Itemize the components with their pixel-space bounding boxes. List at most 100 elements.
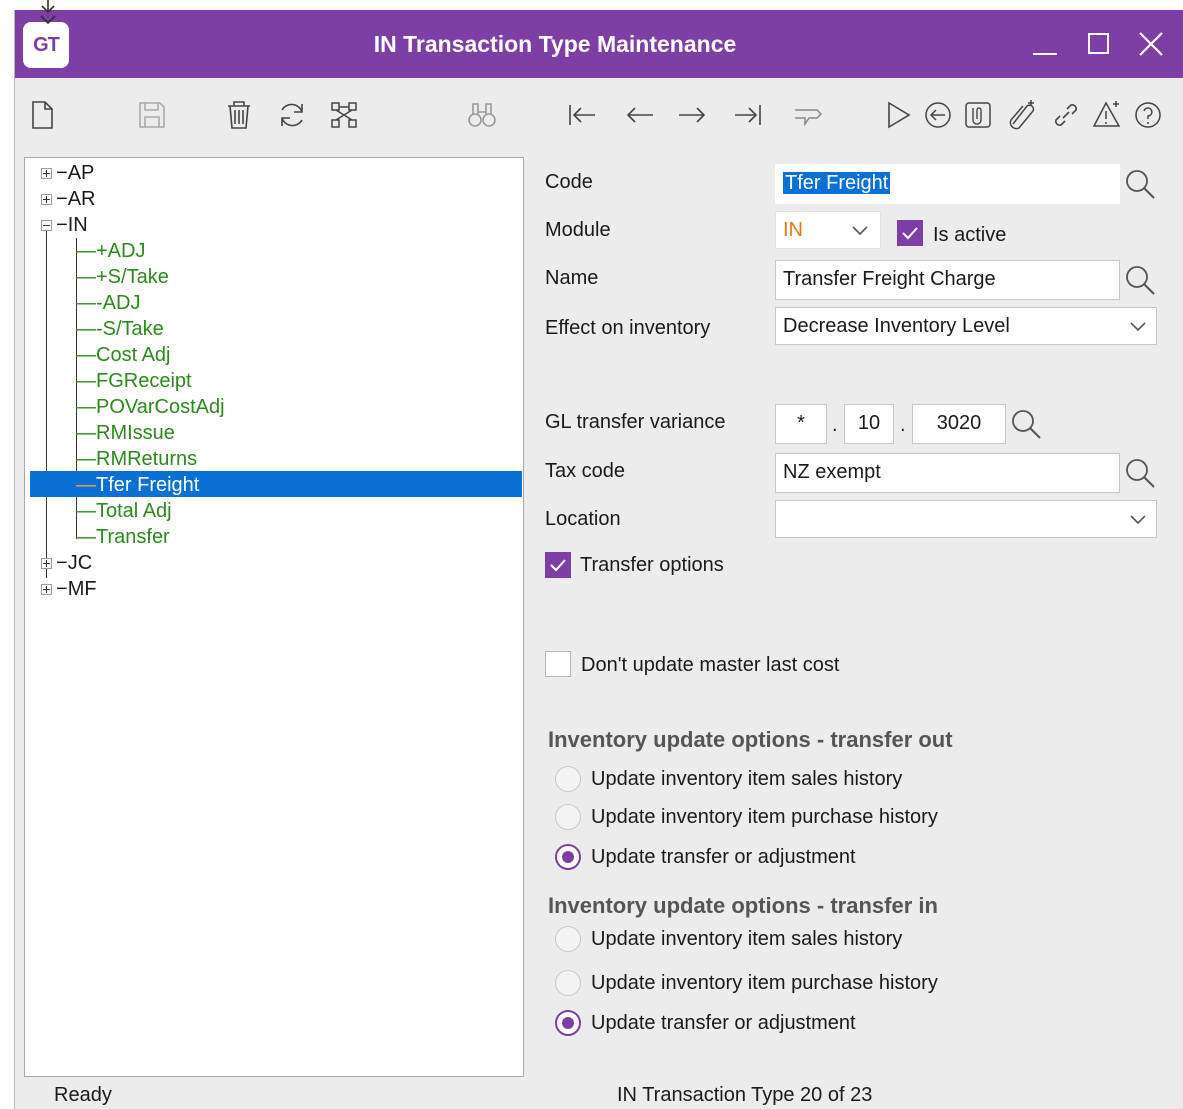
code-field[interactable]: Tfer Freight <box>775 164 1120 204</box>
tree-node-ar[interactable]: −AR <box>56 186 95 212</box>
in-purchase-history-label: Update inventory item purchase history <box>591 972 938 994</box>
out-transfer-adjustment-radio[interactable] <box>555 844 581 870</box>
new-icon <box>32 101 53 129</box>
dont-update-last-cost-checkbox[interactable] <box>545 651 571 677</box>
transfer-out-section-title: Inventory update options - transfer out <box>548 727 953 752</box>
name-search-button[interactable] <box>1122 262 1158 298</box>
alert-button[interactable] <box>1091 98 1125 132</box>
maximize-icon <box>1088 33 1109 54</box>
dont-update-last-cost-label: Don't update master last cost <box>581 654 840 676</box>
title-bar[interactable]: GT IN Transaction Type Maintenance <box>15 10 1183 78</box>
tree-node-stake-minus[interactable]: —-S/Take <box>76 316 164 342</box>
minimize-button[interactable] <box>1025 24 1065 64</box>
tree-node-jc[interactable]: −JC <box>56 550 92 576</box>
attach-button[interactable] <box>1005 98 1039 132</box>
code-value: Tfer Freight <box>783 172 891 194</box>
gl-search-button[interactable] <box>1008 406 1044 442</box>
tree-node-stake-plus[interactable]: —+S/Take <box>76 264 169 290</box>
delete-button[interactable] <box>222 98 256 132</box>
first-record-button[interactable] <box>565 98 599 132</box>
tax-code-field[interactable]: NZ exempt <box>775 453 1120 493</box>
gl-segment-3[interactable]: 3020 <box>912 404 1006 444</box>
tree-node-rmreturns[interactable]: —RMReturns <box>76 446 197 472</box>
tree-node-transfer[interactable]: —Transfer <box>76 524 170 550</box>
run-button[interactable] <box>881 98 915 132</box>
save-button[interactable] <box>135 98 169 132</box>
maximize-button[interactable] <box>1079 24 1119 64</box>
find-button[interactable] <box>465 98 499 132</box>
status-text: Ready <box>54 1084 112 1106</box>
name-label: Name <box>545 267 599 289</box>
transfer-options-checkbox[interactable] <box>545 552 571 578</box>
tree-node-adj-plus[interactable]: —+ADJ <box>76 238 145 264</box>
help-button[interactable] <box>1131 98 1165 132</box>
record-position: IN Transaction Type 20 of 23 <box>617 1084 873 1106</box>
location-label: Location <box>545 508 621 530</box>
previous-record-button[interactable] <box>623 98 657 132</box>
effect-label: Effect on inventory <box>545 317 711 339</box>
minimize-icon <box>1033 53 1057 55</box>
code-label: Code <box>545 171 593 193</box>
mouse-cursor-icon <box>40 0 56 24</box>
new-button[interactable] <box>25 98 59 132</box>
out-sales-history-radio[interactable] <box>555 766 581 792</box>
last-record-button[interactable] <box>731 98 765 132</box>
in-sales-history-label: Update inventory item sales history <box>591 928 903 950</box>
link-icon <box>1055 104 1077 126</box>
structure-button[interactable] <box>327 98 361 132</box>
tree-node-tfer-freight[interactable]: —Tfer Freight <box>76 472 199 498</box>
location-select[interactable] <box>775 500 1157 538</box>
chevron-down-icon[interactable] <box>1126 314 1150 338</box>
find-icon <box>468 103 496 127</box>
documents-button[interactable] <box>961 98 995 132</box>
expand-icon[interactable] <box>41 584 52 595</box>
tree-node-in[interactable]: −IN <box>56 212 88 238</box>
close-icon <box>1139 32 1163 56</box>
tree-node-mf[interactable]: −MF <box>56 576 97 602</box>
is-active-checkbox[interactable] <box>897 220 923 246</box>
drilldown-button[interactable] <box>791 98 825 132</box>
tree-node-povarcostadj[interactable]: —POVarCostAdj <box>76 394 225 420</box>
link-button[interactable] <box>1049 98 1083 132</box>
refresh-button[interactable] <box>275 98 309 132</box>
search-icon <box>1012 410 1041 439</box>
expand-icon[interactable] <box>41 558 52 569</box>
in-transfer-adjustment-radio[interactable] <box>555 1010 581 1036</box>
transfer-options-label: Transfer options <box>580 554 724 576</box>
tree-node-cost-adj[interactable]: —Cost Adj <box>76 342 170 368</box>
tree-node-fgreceipt[interactable]: —FGReceipt <box>76 368 192 394</box>
code-search-button[interactable] <box>1122 166 1158 202</box>
transfer-in-section-title: Inventory update options - transfer in <box>548 893 938 918</box>
checkmark-icon <box>902 227 918 240</box>
save-icon <box>139 102 165 128</box>
out-purchase-history-radio[interactable] <box>555 804 581 830</box>
next-record-button[interactable] <box>675 98 709 132</box>
close-button[interactable] <box>1131 24 1171 64</box>
tax-search-button[interactable] <box>1122 455 1158 491</box>
tree-node-total-adj[interactable]: —Total Adj <box>76 498 172 524</box>
out-sales-history-label: Update inventory item sales history <box>591 768 903 790</box>
effect-select[interactable]: Decrease Inventory Level <box>775 307 1157 345</box>
tax-code-label: Tax code <box>545 460 626 482</box>
collapse-icon[interactable] <box>41 220 52 231</box>
gl-segment-1[interactable]: * <box>775 404 827 444</box>
tree-node-adj-minus[interactable]: —-ADJ <box>76 290 140 316</box>
expand-icon[interactable] <box>41 194 52 205</box>
gl-separator: . <box>832 414 838 436</box>
in-purchase-history-radio[interactable] <box>555 970 581 996</box>
structure-icon <box>331 102 357 128</box>
back-button[interactable] <box>921 98 955 132</box>
next-icon <box>679 107 706 123</box>
name-field[interactable]: Transfer Freight Charge <box>775 260 1120 300</box>
tree-node-rmissue[interactable]: —RMIssue <box>76 420 175 446</box>
module-value: IN <box>783 219 803 241</box>
out-transfer-adjustment-label: Update transfer or adjustment <box>591 846 856 868</box>
gl-segment-2[interactable]: 10 <box>844 404 894 444</box>
tree-node-ap[interactable]: −AP <box>56 160 94 186</box>
chevron-down-icon[interactable] <box>1126 507 1150 531</box>
search-icon <box>1126 266 1155 295</box>
chevron-down-icon[interactable] <box>848 218 872 242</box>
expand-icon[interactable] <box>41 168 52 179</box>
in-sales-history-radio[interactable] <box>555 926 581 952</box>
gl-transfer-label: GL transfer variance <box>545 411 726 433</box>
